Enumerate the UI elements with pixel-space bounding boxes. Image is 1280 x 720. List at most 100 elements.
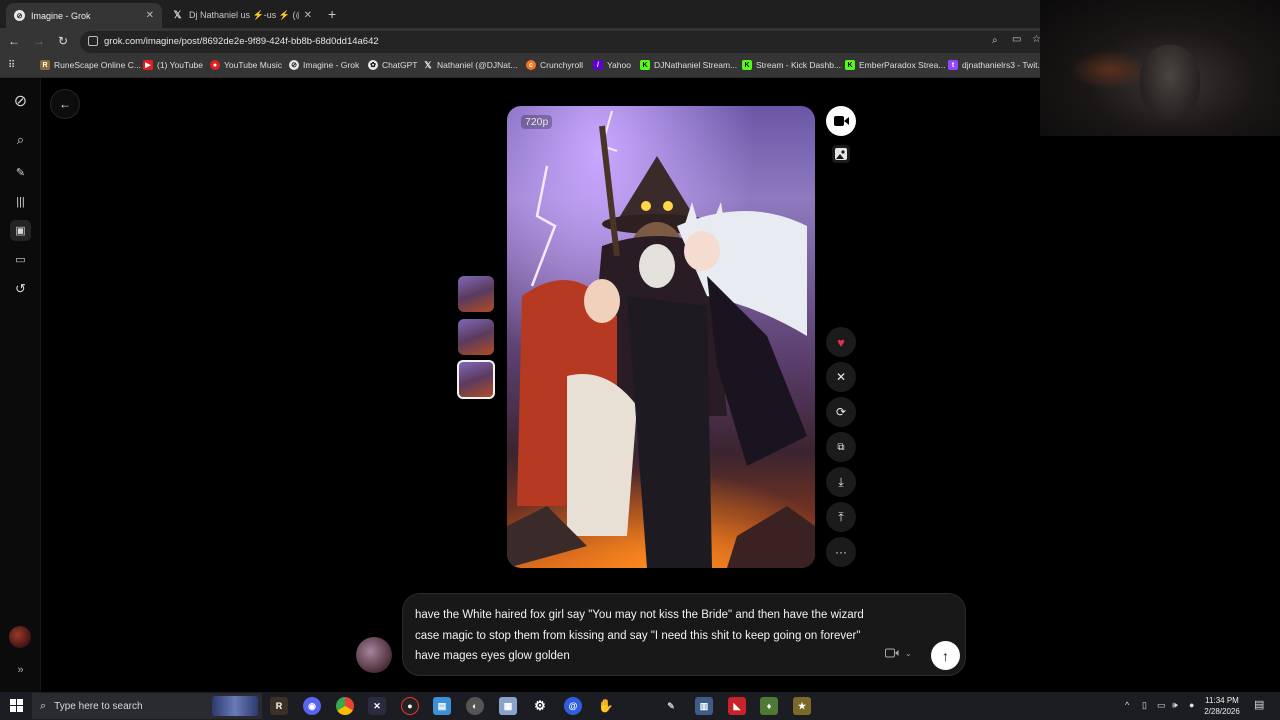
- bookmark-youtube[interactable]: ▶ (1) YouTube: [143, 60, 203, 70]
- download-button[interactable]: ⤓: [826, 467, 856, 497]
- upload-button[interactable]: ⤒: [826, 502, 856, 532]
- regenerate-button[interactable]: ⟳: [826, 397, 856, 427]
- webcam-face: [1140, 45, 1200, 120]
- bookmark-x[interactable]: 𝕏 Nathaniel (@DJNat...: [423, 60, 517, 71]
- app-icon[interactable]: ✎: [662, 697, 680, 715]
- voice-icon[interactable]: |||: [12, 193, 29, 210]
- imagine-icon[interactable]: ▣: [10, 220, 31, 241]
- chrome-app-icon[interactable]: [336, 697, 354, 715]
- edit-image-button[interactable]: ⧉: [826, 432, 856, 462]
- zoom-icon[interactable]: ⌕: [992, 35, 998, 46]
- edit-icon[interactable]: ✎: [12, 164, 29, 181]
- calculator-app-icon[interactable]: ▥: [695, 697, 713, 715]
- search-icon[interactable]: ⌕: [12, 131, 29, 148]
- thumbnail-selected[interactable]: [457, 360, 495, 399]
- new-tab-button[interactable]: +: [328, 6, 336, 22]
- bookmark-label: YouTube Music: [224, 60, 282, 70]
- clock[interactable]: 11:34 PM 2/28/2026: [1200, 695, 1244, 717]
- runescape-app-icon[interactable]: R: [270, 697, 288, 715]
- twitch-icon: t: [948, 60, 958, 70]
- reload-icon[interactable]: ↻: [55, 34, 71, 48]
- history-icon[interactable]: ↺: [12, 280, 29, 297]
- bookmark-crunchyroll[interactable]: c Crunchyroll: [526, 60, 583, 70]
- back-button[interactable]: ←: [50, 89, 80, 119]
- bookmark-grok[interactable]: ⊘ Imagine - Grok: [289, 60, 359, 70]
- bookmark-twitch[interactable]: t djnathanielrs3 - Twit...: [948, 60, 1045, 70]
- bookmark-youtube-music[interactable]: ● YouTube Music: [210, 60, 282, 70]
- bookmark-label: Imagine - Grok: [303, 60, 360, 70]
- share-x-button[interactable]: ✕: [826, 362, 856, 392]
- notifications-icon[interactable]: ▤: [1254, 698, 1264, 711]
- close-icon[interactable]: ✕: [304, 10, 312, 21]
- image-mode-button[interactable]: [832, 145, 850, 163]
- bookmark-kick-1[interactable]: K DJNathaniel Stream...: [640, 60, 737, 70]
- app-icon[interactable]: ◐: [466, 697, 484, 715]
- address-bar[interactable]: grok.com/imagine/post/8692de2e-9f89-424f…: [80, 31, 1041, 53]
- bookmark-chatgpt[interactable]: ✿ ChatGPT: [368, 60, 417, 70]
- tab-x-profile[interactable]: 𝕏 Dj Nathaniel us ⚡-us ⚡ (@DJNa ✕: [164, 3, 320, 28]
- app-icon[interactable]: ♦: [760, 697, 778, 715]
- back-icon[interactable]: ←: [6, 34, 22, 48]
- webcam-overlay: [1040, 0, 1280, 136]
- video-camera-icon: [885, 648, 899, 658]
- app-icon[interactable]: ✕: [368, 697, 386, 715]
- expand-sidebar-icon[interactable]: »: [12, 661, 29, 678]
- app-icon[interactable]: ▦: [499, 697, 517, 715]
- network-icon[interactable]: ▭: [1157, 700, 1166, 711]
- folder-icon[interactable]: ▭: [12, 251, 29, 268]
- more-button[interactable]: ···: [826, 537, 856, 567]
- heart-icon: ♥: [837, 334, 845, 350]
- amd-app-icon[interactable]: ◣: [728, 697, 746, 715]
- bookmark-kick-3[interactable]: K EmberParadox Strea...: [845, 60, 945, 70]
- forward-icon[interactable]: →: [31, 34, 47, 48]
- grok-logo-icon[interactable]: ⊘: [12, 92, 29, 110]
- runescape-icon: R: [40, 60, 50, 70]
- video-mode-button[interactable]: [826, 106, 856, 136]
- settings-app-icon[interactable]: ⚙: [531, 697, 549, 715]
- grok-icon: ⊘: [289, 60, 299, 70]
- search-highlight-image: [212, 696, 258, 716]
- app-icon[interactable]: [630, 697, 648, 715]
- refresh-icon: ⟳: [835, 405, 847, 419]
- app-icon[interactable]: ★: [793, 697, 811, 715]
- bookmark-kick-2[interactable]: K Stream - Kick Dashb...: [742, 60, 841, 70]
- app-icon[interactable]: ✋: [597, 697, 615, 715]
- close-icon[interactable]: ✕: [146, 10, 154, 21]
- obs-app-icon[interactable]: ●: [401, 697, 419, 715]
- site-info-icon[interactable]: [88, 36, 98, 46]
- grok-sidebar: ⊘ ⌕ ✎ ||| ▣ ▭ ↺ »: [0, 78, 41, 692]
- cast-icon[interactable]: ▭: [1012, 34, 1021, 45]
- bookmark-label: Yahoo: [607, 60, 631, 70]
- thumbnail[interactable]: [458, 319, 494, 355]
- prompt-input[interactable]: have the White haired fox girl say "You …: [415, 605, 875, 667]
- avatar[interactable]: [9, 626, 31, 648]
- search-icon: ⌕: [40, 699, 47, 712]
- volume-icon[interactable]: 🕪: [1172, 700, 1178, 711]
- prompt-image-thumbnail[interactable]: [356, 637, 392, 673]
- notepad-app-icon[interactable]: ▤: [433, 697, 451, 715]
- bookmark-label: Stream - Kick Dashb...: [756, 60, 842, 70]
- tab-imagine-grok[interactable]: ⊘ Imagine - Grok ✕: [6, 3, 162, 28]
- apps-icon[interactable]: ⠿: [8, 60, 15, 71]
- windows-start-icon[interactable]: [10, 699, 23, 712]
- bookmark-runescape[interactable]: R RuneScape Online C...: [40, 60, 141, 70]
- taskbar-search[interactable]: ⌕ Type here to search: [32, 693, 262, 719]
- thumbnail[interactable]: [458, 276, 494, 312]
- tab-title: Dj Nathaniel us ⚡-us ⚡ (@DJNa: [189, 10, 299, 20]
- microphone-icon[interactable]: ●: [1189, 700, 1194, 710]
- discord-app-icon[interactable]: ◉: [303, 697, 321, 715]
- tray-app-icon[interactable]: ▯: [1142, 700, 1147, 711]
- webcam-light: [1070, 50, 1150, 90]
- kick-icon: K: [845, 60, 855, 70]
- prompt-box[interactable]: have the White haired fox girl say "You …: [402, 593, 966, 676]
- send-button[interactable]: ↑: [931, 641, 960, 670]
- x-share-icon: ✕: [835, 370, 847, 384]
- chevron-up-icon[interactable]: ^: [1125, 700, 1129, 710]
- app-icon[interactable]: @: [564, 697, 582, 715]
- bookmark-yahoo[interactable]: / Yahoo: [593, 60, 631, 70]
- crunchyroll-icon: c: [526, 60, 536, 70]
- like-button[interactable]: ♥: [826, 327, 856, 357]
- mode-selector[interactable]: ⌄: [885, 648, 912, 658]
- bookmarks-bar: ⠿ R RuneScape Online C... ▶ (1) YouTube ● Y…: [0, 56, 1045, 78]
- generated-image[interactable]: 720p: [507, 106, 815, 568]
